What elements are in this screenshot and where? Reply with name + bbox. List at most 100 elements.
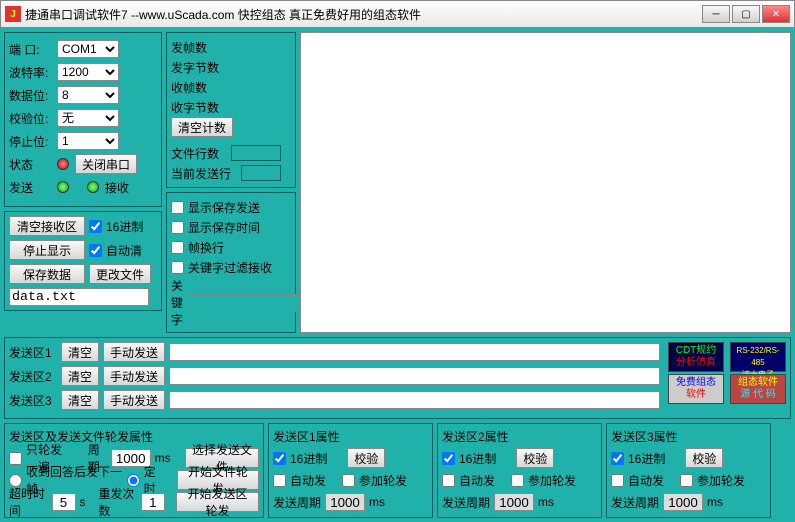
file-send-group: 发送区及发送文件轮发属性 只轮发一遍周期ms选择发送文件 收到回答后发下一帧定时… bbox=[4, 423, 264, 518]
z3-join-checkbox[interactable] bbox=[680, 474, 693, 487]
stats-panel: 发帧数 发字节数 收帧数 收字节数 清空计数 文件行数 当前发送行 bbox=[166, 32, 296, 188]
status-led-icon bbox=[57, 158, 69, 170]
app-icon: J bbox=[5, 6, 21, 22]
zone1-send-button[interactable]: 手动发送 bbox=[103, 342, 165, 362]
show-save-time-label: 显示保存时间 bbox=[188, 219, 260, 236]
z2-period-input[interactable] bbox=[494, 493, 534, 511]
rx-bytes-label: 收字节数 bbox=[171, 99, 231, 116]
zone2-send-button[interactable]: 手动发送 bbox=[103, 366, 165, 386]
close-port-button[interactable]: 关闭串口 bbox=[75, 154, 137, 174]
show-save-send-checkbox[interactable] bbox=[171, 201, 184, 214]
zone2-clear-button[interactable]: 清空 bbox=[61, 366, 99, 386]
z3-check-button[interactable]: 校验 bbox=[685, 448, 723, 468]
z1-check-button[interactable]: 校验 bbox=[347, 448, 385, 468]
hex-label: 16进制 bbox=[106, 218, 143, 235]
cur-line-value bbox=[241, 165, 281, 181]
rx-led-icon bbox=[87, 181, 99, 193]
tx-bytes-label: 发字节数 bbox=[171, 59, 231, 76]
zone3-label: 发送区3 bbox=[9, 392, 57, 409]
zone3-clear-button[interactable]: 清空 bbox=[61, 390, 99, 410]
zone3-send-button[interactable]: 手动发送 bbox=[103, 390, 165, 410]
zone2-input[interactable] bbox=[169, 367, 660, 385]
timeout-input[interactable] bbox=[52, 493, 76, 511]
recv-label: 接收 bbox=[105, 179, 129, 196]
z2-check-button[interactable]: 校验 bbox=[516, 448, 554, 468]
s-label: s bbox=[80, 495, 86, 509]
ad-source[interactable]: 组态软件源 代 码 bbox=[730, 374, 786, 404]
clear-recv-button[interactable]: 清空接收区 bbox=[9, 216, 85, 236]
title-bar: J 捷通串口调试软件7 --www.uScada.com 快控组态 真正免费好用… bbox=[0, 0, 795, 28]
show-save-send-label: 显示保存发送 bbox=[188, 199, 260, 216]
zone1-input[interactable] bbox=[169, 343, 660, 361]
once-checkbox[interactable] bbox=[9, 452, 22, 465]
zone1-clear-button[interactable]: 清空 bbox=[61, 342, 99, 362]
frame-wrap-checkbox[interactable] bbox=[171, 241, 184, 254]
autoclear-label: 自动清 bbox=[106, 242, 142, 259]
port-select[interactable]: COM1 bbox=[57, 40, 119, 58]
zone1-label: 发送区1 bbox=[9, 344, 57, 361]
keyword-label: 关键字 bbox=[171, 277, 183, 328]
zone2-props-group: 发送区2属性 16进制校验 自动发参加轮发 发送周期ms bbox=[437, 423, 602, 518]
z2-hex-checkbox[interactable] bbox=[442, 452, 455, 465]
zone2-label: 发送区2 bbox=[9, 368, 57, 385]
zone3-input[interactable] bbox=[169, 391, 660, 409]
close-button[interactable]: ✕ bbox=[762, 5, 790, 23]
options-panel: 显示保存发送 显示保存时间 帧换行 关键字过滤接收 关键字 bbox=[166, 192, 296, 333]
receive-textarea[interactable] bbox=[300, 32, 791, 333]
ad-cdt[interactable]: CDT规约分析仿真 bbox=[668, 342, 724, 372]
rx-frames-label: 收帧数 bbox=[171, 79, 231, 96]
stop-select[interactable]: 1 bbox=[57, 132, 119, 150]
save-data-button[interactable]: 保存数据 bbox=[9, 264, 85, 284]
z3-auto-checkbox[interactable] bbox=[611, 474, 624, 487]
autoclear-checkbox[interactable] bbox=[89, 244, 102, 257]
kw-filter-label: 关键字过滤接收 bbox=[188, 259, 272, 276]
z2-auto-checkbox[interactable] bbox=[442, 474, 455, 487]
z2-join-checkbox[interactable] bbox=[511, 474, 524, 487]
port-label: 端 口: bbox=[9, 41, 57, 58]
cur-line-label: 当前发送行 bbox=[171, 165, 241, 182]
receive-panel: 清空接收区 16进制 停止显示 自动清 保存数据更改文件 bbox=[4, 211, 162, 311]
ad-bosi[interactable]: RS-232/RS-485波士电子 bbox=[730, 342, 786, 372]
zone1-props-group: 发送区1属性 16进制校验 自动发参加轮发 发送周期ms bbox=[268, 423, 433, 518]
parity-select[interactable]: 无 bbox=[57, 109, 119, 127]
z3-period-input[interactable] bbox=[663, 493, 703, 511]
z3-hex-checkbox[interactable] bbox=[611, 452, 624, 465]
send-label: 发送 bbox=[9, 179, 57, 196]
timed-label: 定时 bbox=[144, 463, 166, 497]
z1-join-checkbox[interactable] bbox=[342, 474, 355, 487]
zone1-props-title: 发送区1属性 bbox=[273, 428, 428, 445]
start-zone-button[interactable]: 开始发送区轮发 bbox=[176, 492, 259, 512]
frame-wrap-label: 帧换行 bbox=[188, 239, 224, 256]
z1-auto-checkbox[interactable] bbox=[273, 474, 286, 487]
send-zones-panel: 发送区1清空手动发送 发送区2清空手动发送 发送区3清空手动发送 CDT规约分析… bbox=[4, 337, 791, 419]
maximize-button[interactable]: ▢ bbox=[732, 5, 760, 23]
timeout-label: 超时时间 bbox=[9, 485, 48, 519]
window-title: 捷通串口调试软件7 --www.uScada.com 快控组态 真正免费好用的组… bbox=[25, 6, 702, 23]
filename-input[interactable] bbox=[9, 288, 149, 306]
z1-period-input[interactable] bbox=[325, 493, 365, 511]
hex-checkbox[interactable] bbox=[89, 220, 102, 233]
minimize-button[interactable]: ─ bbox=[702, 5, 730, 23]
change-file-button[interactable]: 更改文件 bbox=[89, 264, 151, 284]
retry-label: 重发次数 bbox=[98, 485, 137, 519]
retry-input[interactable] bbox=[141, 493, 165, 511]
stop-display-button[interactable]: 停止显示 bbox=[9, 240, 85, 260]
status-label: 状态 bbox=[9, 156, 57, 173]
tx-frames-label: 发帧数 bbox=[171, 39, 231, 56]
data-select[interactable]: 8 bbox=[57, 86, 119, 104]
zone3-props-title: 发送区3属性 bbox=[611, 428, 766, 445]
file-lines-value bbox=[231, 145, 281, 161]
stop-label: 停止位: bbox=[9, 133, 57, 150]
data-label: 数据位: bbox=[9, 87, 57, 104]
show-save-time-checkbox[interactable] bbox=[171, 221, 184, 234]
baud-label: 波特率: bbox=[9, 64, 57, 81]
zone2-props-title: 发送区2属性 bbox=[442, 428, 597, 445]
z1-hex-checkbox[interactable] bbox=[273, 452, 286, 465]
baud-select[interactable]: 1200 bbox=[57, 63, 119, 81]
clear-stats-button[interactable]: 清空计数 bbox=[171, 117, 233, 137]
file-lines-label: 文件行数 bbox=[171, 145, 231, 162]
ad-free[interactable]: 免费组态软件 bbox=[668, 374, 724, 404]
parity-label: 校验位: bbox=[9, 110, 57, 127]
kw-filter-checkbox[interactable] bbox=[171, 261, 184, 274]
serial-settings-panel: 端 口:COM1 波特率:1200 数据位:8 校验位:无 停止位:1 状态 关闭… bbox=[4, 32, 162, 207]
